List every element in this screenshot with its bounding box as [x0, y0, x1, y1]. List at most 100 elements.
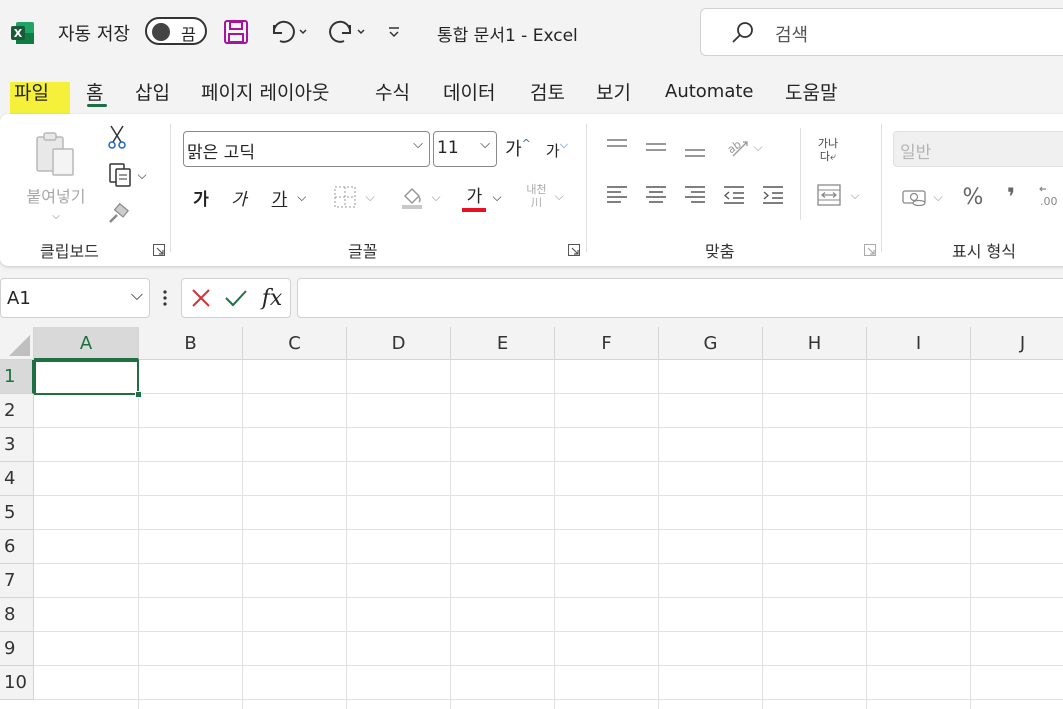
orientation-button[interactable]: ab ⌵: [718, 132, 768, 162]
alignment-group-label: 맞춤: [705, 242, 735, 261]
italic-button[interactable]: 가: [226, 182, 252, 212]
align-top-button[interactable]: [602, 134, 632, 160]
search-box[interactable]: 검색: [700, 8, 1063, 56]
active-cell-a1[interactable]: [34, 360, 139, 395]
column-header-e[interactable]: E: [451, 327, 555, 360]
search-icon: [731, 21, 755, 45]
merge-center-button[interactable]: ⌵: [812, 180, 864, 210]
paste-button[interactable]: 붙여넣기 ⌵: [16, 122, 96, 228]
font-group-label: 글꼴: [348, 242, 378, 261]
tab-formulas[interactable]: 수식: [375, 78, 410, 105]
tab-view[interactable]: 보기: [596, 78, 631, 105]
row-header-8[interactable]: 8: [0, 598, 34, 632]
increase-decimal-button[interactable]: .00: [1036, 182, 1063, 212]
cancel-entry-button[interactable]: [188, 285, 214, 311]
formula-input[interactable]: [297, 278, 1063, 318]
align-center-button[interactable]: [641, 180, 671, 210]
tab-help[interactable]: 도움말: [785, 78, 837, 105]
ribbon: 붙여넣기 ⌵ ⌵ 클립보드 맑은 고딕 ⌵ 11 ⌵ 가 ^ 가 ⌵ 가 가 가…: [0, 114, 1063, 266]
row-header-10[interactable]: 10: [0, 666, 34, 700]
underline-button[interactable]: 가 ⌵: [264, 182, 314, 212]
font-color-button[interactable]: 가 ⌵: [456, 180, 508, 214]
tab-file[interactable]: 파일: [14, 78, 49, 105]
enter-entry-button[interactable]: [222, 285, 250, 311]
row-header-7[interactable]: 7: [0, 564, 34, 598]
row-header-6[interactable]: 6: [0, 530, 34, 564]
format-painter-button[interactable]: [104, 200, 132, 228]
row-header-4[interactable]: 4: [0, 462, 34, 496]
name-box[interactable]: A1 ⌵: [0, 278, 150, 318]
row-header-3[interactable]: 3: [0, 428, 34, 462]
column-header-g[interactable]: G: [659, 327, 763, 360]
number-format-combobox[interactable]: 일반: [893, 131, 1063, 167]
column-header-i[interactable]: I: [867, 327, 971, 360]
font-name-combobox[interactable]: 맑은 고딕 ⌵: [183, 131, 430, 167]
column-header-a[interactable]: A: [34, 327, 139, 360]
row-header-5[interactable]: 5: [0, 496, 34, 530]
accounting-format-button[interactable]: ⌵: [896, 182, 948, 212]
decrease-arrow-icon: ⌵: [559, 138, 569, 151]
alignment-launcher-icon[interactable]: [864, 244, 876, 256]
cut-button[interactable]: [104, 122, 130, 152]
percent-style-button[interactable]: %: [958, 182, 988, 212]
gridline: [34, 563, 1063, 564]
column-header-d[interactable]: D: [347, 327, 451, 360]
align-left-button[interactable]: [602, 180, 632, 210]
italic-label: 가: [231, 189, 247, 210]
fx-label: fx: [261, 285, 283, 311]
font-size-combobox[interactable]: 11 ⌵: [433, 131, 497, 167]
tab-page-layout[interactable]: 페이지 레이아웃: [201, 78, 329, 105]
customize-qat-button[interactable]: [382, 16, 406, 48]
align-bottom-icon: [683, 139, 707, 159]
comma-style-button[interactable]: ❜: [998, 182, 1024, 212]
phonetic-guide-button[interactable]: 내천 川 ⌵: [518, 178, 572, 214]
borders-button[interactable]: ⌵: [328, 182, 380, 212]
fill-color-button[interactable]: ⌵: [394, 182, 446, 212]
gridline: [242, 360, 243, 709]
tab-data[interactable]: 데이터: [443, 78, 495, 105]
row-header-1[interactable]: 1: [0, 360, 34, 394]
phonetic-label-top: 내천: [526, 183, 547, 196]
copy-button[interactable]: ⌵: [102, 160, 152, 190]
increase-decimal-icon: .00: [1036, 184, 1063, 210]
active-tab-indicator: [87, 104, 107, 107]
column-header-h[interactable]: H: [763, 327, 867, 360]
bold-button[interactable]: 가: [188, 182, 214, 212]
column-header-f[interactable]: F: [555, 327, 659, 360]
wrap-text-button[interactable]: 가나 다⤶: [810, 132, 846, 168]
save-button[interactable]: [220, 16, 252, 48]
autosave-toggle[interactable]: 끔: [145, 17, 207, 45]
spreadsheet-grid[interactable]: A B C D E F G H I J 1 2 3 4 5 6 7 8 9 10: [0, 327, 1063, 709]
align-center-icon: [644, 184, 668, 206]
paste-label: 붙여넣기: [26, 186, 86, 206]
decrease-font-size-button[interactable]: 가 ⌵: [542, 136, 572, 164]
increase-font-size-button[interactable]: 가 ^: [502, 134, 534, 162]
chevron-down-icon: ⌵: [850, 187, 860, 202]
fill-handle[interactable]: [135, 391, 142, 398]
align-bottom-button[interactable]: [680, 136, 710, 162]
decrease-indent-button[interactable]: [719, 180, 749, 210]
select-all-button[interactable]: [0, 327, 34, 360]
font-launcher-icon[interactable]: [568, 244, 580, 256]
increase-indent-button[interactable]: [758, 180, 788, 210]
tab-automate[interactable]: Automate: [665, 81, 754, 102]
column-header-c[interactable]: C: [243, 327, 347, 360]
group-separator: [170, 124, 171, 252]
align-right-button[interactable]: [680, 180, 710, 210]
row-header-9[interactable]: 9: [0, 632, 34, 666]
tab-insert[interactable]: 삽입: [135, 78, 170, 105]
clipboard-launcher-icon[interactable]: [153, 244, 165, 256]
row-header-2[interactable]: 2: [0, 394, 34, 428]
undo-button[interactable]: [264, 16, 312, 48]
redo-icon: [326, 19, 366, 45]
font-color-label: 가: [466, 187, 483, 207]
tab-review[interactable]: 검토: [530, 78, 565, 105]
column-header-j[interactable]: J: [971, 327, 1063, 360]
align-middle-button[interactable]: [641, 134, 671, 160]
insert-function-button[interactable]: fx: [258, 283, 286, 313]
column-header-b[interactable]: B: [139, 327, 243, 360]
autosave-state: 끔: [181, 25, 196, 44]
tab-home[interactable]: 홈: [86, 78, 103, 105]
formula-bar-grip-icon[interactable]: [160, 286, 170, 310]
redo-button[interactable]: [322, 16, 370, 48]
